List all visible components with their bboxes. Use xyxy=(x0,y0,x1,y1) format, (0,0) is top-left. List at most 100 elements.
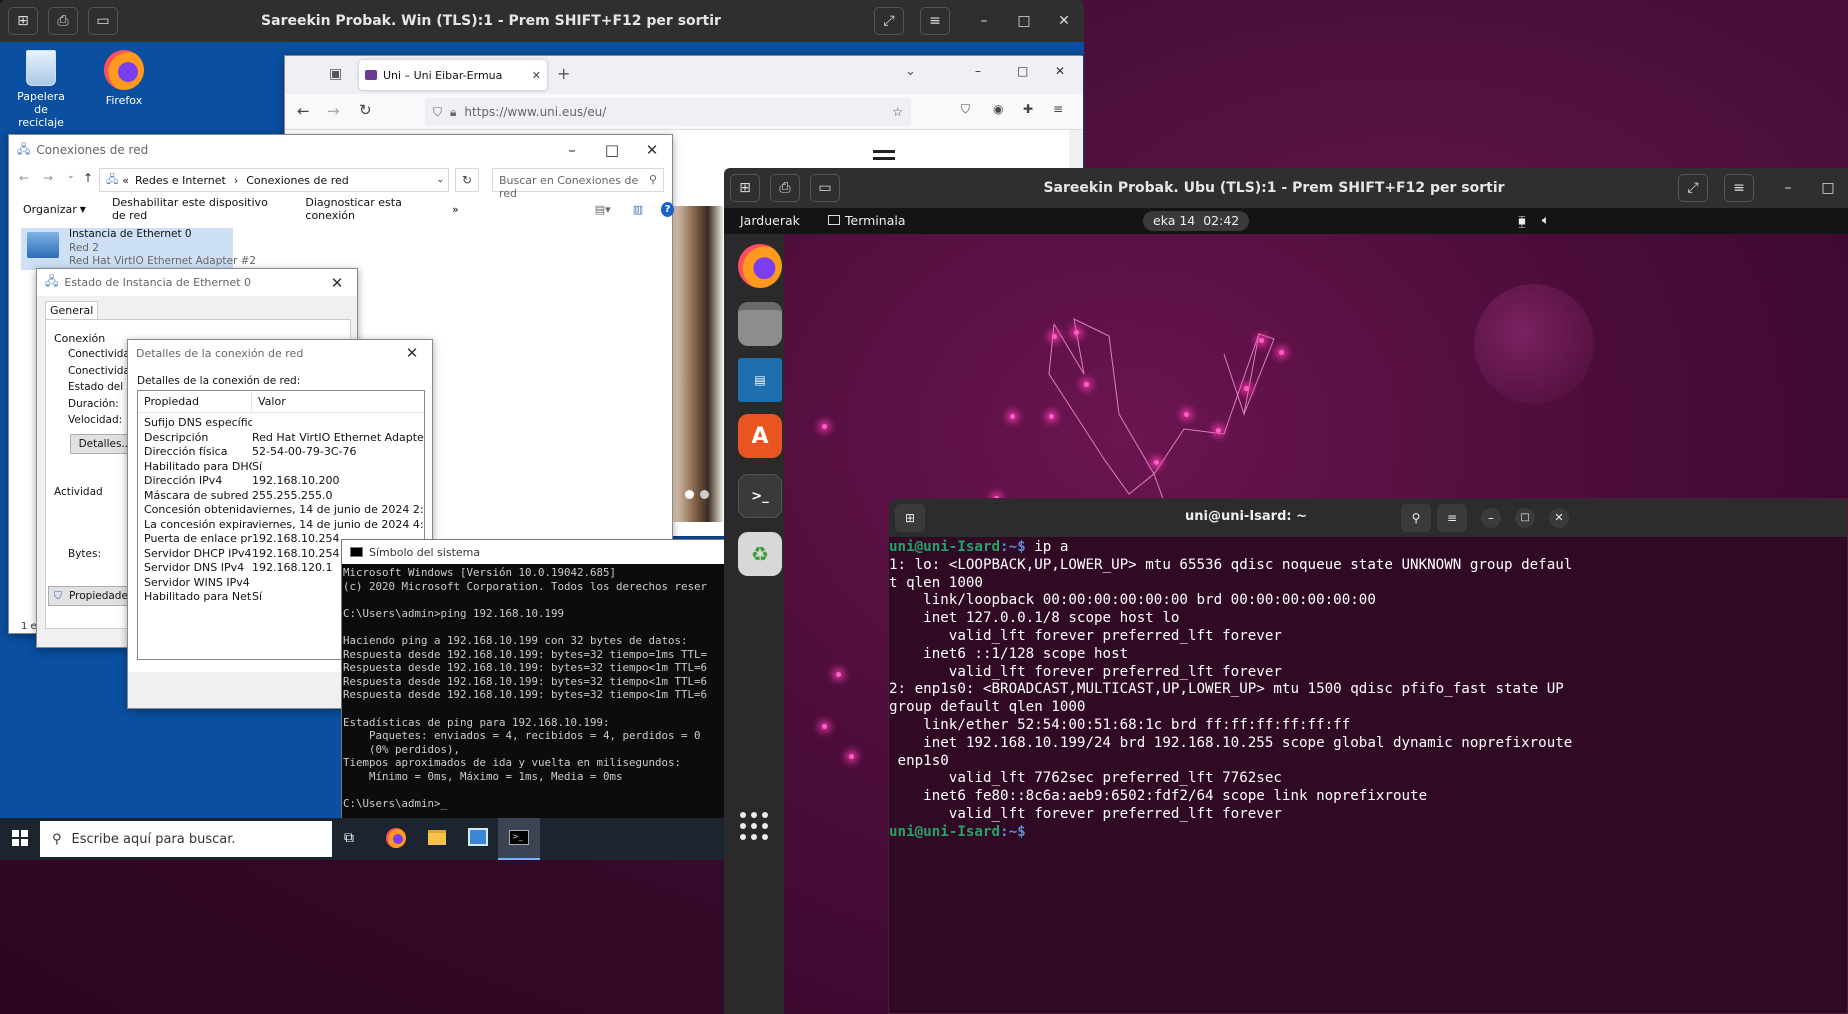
nav-recent-icon[interactable]: ⌄ xyxy=(67,171,75,181)
terminal-close-button[interactable]: ✕ xyxy=(1549,508,1569,528)
show-apps-icon[interactable] xyxy=(740,812,768,840)
col-valor[interactable]: Valor xyxy=(252,391,424,412)
reload-icon[interactable]: ↻ xyxy=(359,101,372,119)
breadcrumb-item[interactable]: Redes e Internet xyxy=(135,174,226,187)
vm-close-button[interactable]: ✕ xyxy=(1044,13,1084,29)
tab-close-icon[interactable]: ✕ xyxy=(532,69,541,82)
vm-fullscreen-icon[interactable]: ⤢ xyxy=(874,7,904,35)
vm-screenshot-icon[interactable]: ⎙ xyxy=(770,174,800,202)
cmd-output[interactable]: Microsoft Windows [Versión 10.0.19042.68… xyxy=(342,564,724,821)
extensions-icon[interactable]: ✚ xyxy=(1023,102,1033,116)
details-row[interactable]: La concesión expira viernes, 14 de junio … xyxy=(138,518,424,533)
adapter-item[interactable]: Instancia de Ethernet 0 Red 2 Red Hat Vi… xyxy=(21,228,256,270)
vm-display-icon[interactable]: ▭ xyxy=(88,7,118,35)
activities-button[interactable]: Jarduerak xyxy=(740,213,800,228)
vm-maximize-button[interactable]: □ xyxy=(1004,13,1044,29)
vm-connection-icon[interactable]: ⊞ xyxy=(8,7,38,35)
network-indicator-icon[interactable]: ⧯ xyxy=(1518,213,1526,229)
carousel-dot[interactable] xyxy=(700,490,709,499)
new-tab-icon[interactable]: ⊞ xyxy=(895,504,925,532)
details-row[interactable]: Dirección física 52-54-00-79-3C-76 xyxy=(138,445,424,460)
vm-display-icon[interactable]: ▭ xyxy=(810,174,840,202)
terminal-maximize-button[interactable]: □ xyxy=(1515,508,1535,528)
vm-minimize-button[interactable]: – xyxy=(964,13,1004,29)
organize-menu[interactable]: Organizar xyxy=(23,203,77,216)
tab-list-icon[interactable]: ▣ xyxy=(329,66,342,82)
details-row[interactable]: Concesión obtenida viernes, 14 de junio d… xyxy=(138,503,424,518)
taskbar-network-icon[interactable] xyxy=(468,828,488,846)
terminal-output[interactable]: uni@uni-Isard:~$ ip a 1: lo: <LOOPBACK,UP… xyxy=(889,539,1847,1013)
desktop-icon-firefox[interactable]: Firefox xyxy=(95,50,153,107)
vm-menu-icon[interactable]: ≡ xyxy=(1724,174,1754,202)
details-row[interactable]: Descripción Red Hat VirtIO Ethernet Adapt… xyxy=(138,431,424,446)
vm-minimize-button[interactable]: – xyxy=(1768,180,1808,196)
account-icon[interactable]: ◉ xyxy=(993,102,1003,116)
terminal-menu-icon[interactable]: ≡ xyxy=(1437,504,1467,532)
netconn-maximize-button[interactable]: □ xyxy=(592,141,632,159)
hamburger-icon[interactable] xyxy=(873,150,895,153)
details-row[interactable]: Habilitado para DHCP Sí xyxy=(138,460,424,475)
tab-active[interactable]: Uni – Uni Eibar-Ermua ✕ xyxy=(359,60,547,90)
details-row[interactable]: Máscara de subred IPv4255.255.255.0 xyxy=(138,489,424,504)
estado-close-button[interactable]: ✕ xyxy=(317,274,357,292)
detalles-close-button[interactable]: ✕ xyxy=(392,344,432,362)
breadcrumb[interactable]: 🖧︎ « Redes e Internet › Conexiones de re… xyxy=(99,168,449,192)
nav-forward-icon[interactable]: → xyxy=(43,171,53,185)
bookmark-star-icon[interactable]: ☆ xyxy=(892,105,903,119)
preview-pane-icon[interactable]: ▥ xyxy=(633,203,643,216)
terminal-app-menu[interactable]: Terminala xyxy=(828,213,906,228)
breadcrumb-dropdown-icon[interactable]: ⌄ xyxy=(436,175,444,185)
taskbar-search-input[interactable]: ⚲ Escribe aquí para buscar. xyxy=(40,821,332,857)
taskbar-firefox-icon[interactable] xyxy=(386,828,406,848)
url-bar[interactable]: ⛉ 🔒︎ https://www.uni.eus/eu/ ☆ xyxy=(425,98,911,126)
view-options-icon[interactable]: ▤▾ xyxy=(595,203,611,216)
netconn-minimize-button[interactable]: – xyxy=(552,141,592,159)
ff-minimize-button[interactable]: – xyxy=(975,64,981,78)
vm-menu-icon[interactable]: ≡ xyxy=(920,7,950,35)
pocket-icon[interactable]: ⛉ xyxy=(961,102,970,117)
taskbar-cmd-button[interactable]: >_ xyxy=(498,818,540,860)
task-view-icon[interactable]: ⧉ xyxy=(344,830,354,846)
vm-screenshot-icon[interactable]: ⎙ xyxy=(48,7,78,35)
vm-maximize-button[interactable]: □ xyxy=(1808,180,1848,196)
disable-device-button[interactable]: Deshabilitar este dispositivo de red xyxy=(112,196,279,222)
taskbar-explorer-icon[interactable] xyxy=(428,830,446,845)
start-windows-icon[interactable] xyxy=(12,830,28,846)
properties-button[interactable]: ⛉ Propiedade xyxy=(48,586,138,606)
ff-close-button[interactable]: ✕ xyxy=(1055,64,1065,78)
clock[interactable]: eka 14 02:42 xyxy=(1143,211,1250,231)
diagnose-button[interactable]: Diagnosticar esta conexión xyxy=(305,196,434,222)
more-commands-button[interactable]: » xyxy=(452,203,459,216)
nav-up-icon[interactable]: ↑ xyxy=(83,171,93,185)
col-propiedad[interactable]: Propiedad xyxy=(138,391,252,412)
tab-overflow-icon[interactable]: ⌄ xyxy=(905,64,916,79)
volume-icon[interactable]: 🔈︎ xyxy=(1542,212,1550,228)
dock-writer-icon[interactable]: ▤ xyxy=(738,358,782,402)
refresh-button[interactable]: ↻ xyxy=(455,168,479,192)
dock-software-icon[interactable]: A xyxy=(738,414,782,458)
terminal-minimize-button[interactable]: – xyxy=(1481,508,1501,528)
nav-back-icon[interactable]: ← xyxy=(19,171,29,185)
forward-icon[interactable]: → xyxy=(327,102,340,120)
dock-firefox-icon[interactable] xyxy=(738,244,782,288)
back-icon[interactable]: ← xyxy=(297,102,310,120)
dock-trash-icon[interactable]: ♻ xyxy=(738,532,782,576)
terminal-search-icon[interactable]: ⚲ xyxy=(1401,504,1431,532)
desktop-icon-recycle-bin[interactable]: Papelera de reciclaje xyxy=(10,50,72,129)
vm-connection-icon[interactable]: ⊞ xyxy=(730,174,760,202)
help-icon[interactable]: ? xyxy=(661,201,674,217)
carousel-dot[interactable] xyxy=(685,490,694,499)
carousel-dots[interactable] xyxy=(685,490,715,500)
netconn-search-input[interactable]: Buscar en Conexiones de red ⚲ xyxy=(492,168,664,200)
new-tab-icon[interactable]: + xyxy=(557,64,570,83)
breadcrumb-item[interactable]: Conexiones de red xyxy=(246,174,349,187)
netconn-close-button[interactable]: ✕ xyxy=(632,141,672,159)
details-row[interactable]: Dirección IPv4 192.168.10.200 xyxy=(138,474,424,489)
app-menu-icon[interactable]: ≡ xyxy=(1053,102,1063,116)
dock-files-icon[interactable] xyxy=(738,302,782,346)
dock-terminal-icon[interactable]: >_ xyxy=(738,474,782,518)
tab-general[interactable]: General xyxy=(45,301,99,319)
vm-fullscreen-icon[interactable]: ⤢ xyxy=(1678,174,1708,202)
details-row[interactable]: Sufijo DNS específico p... xyxy=(138,416,424,431)
ff-maximize-button[interactable]: □ xyxy=(1017,64,1028,78)
